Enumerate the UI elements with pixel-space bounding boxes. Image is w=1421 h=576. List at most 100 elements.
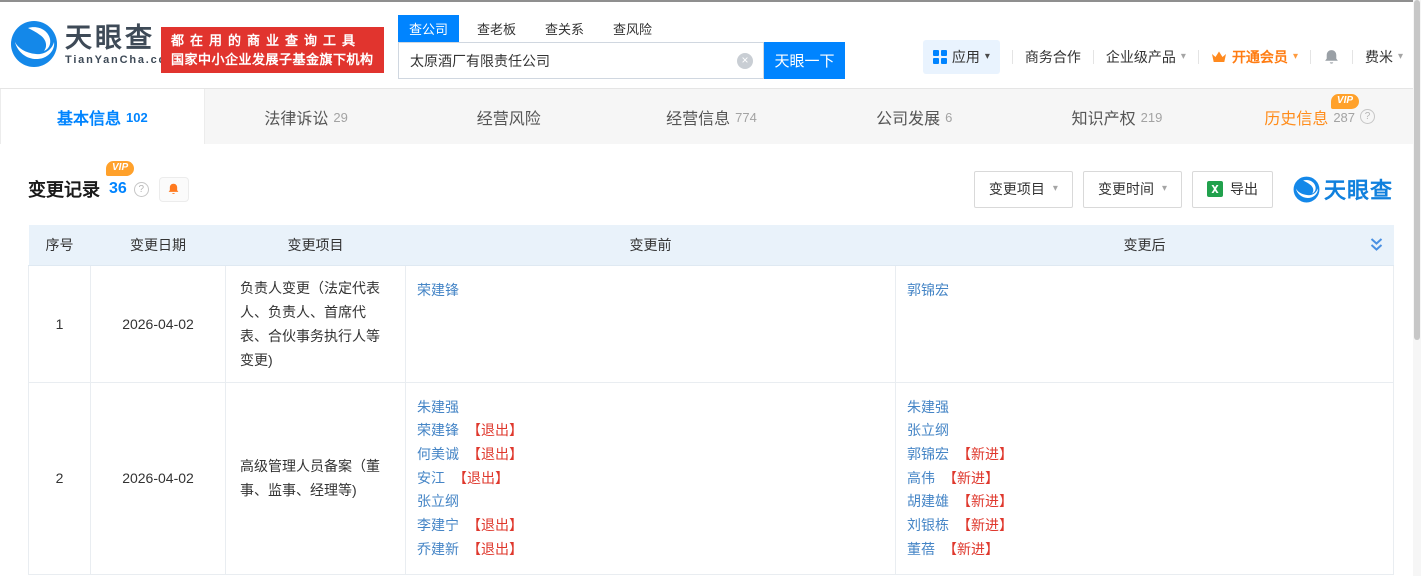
- tab-legal-proceedings[interactable]: 法律诉讼29: [205, 89, 408, 144]
- search-tab-relation[interactable]: 查关系: [534, 15, 595, 42]
- tab-basic-info[interactable]: 基本信息 102: [0, 89, 205, 144]
- person-line: 朱建强: [907, 396, 1382, 420]
- tianyancha-logo[interactable]: 天眼查 TianYanCha.com: [10, 20, 179, 68]
- tianyancha-logo-icon: [10, 20, 58, 68]
- cell-item: 高级管理人员备案（董事、监事、经理等): [226, 382, 406, 575]
- chevron-down-icon: ▾: [1398, 52, 1403, 62]
- person-link[interactable]: 高伟: [907, 470, 935, 486]
- tab-operating-risk[interactable]: 经营风险: [407, 89, 610, 144]
- person-link[interactable]: 荣建锋: [417, 422, 459, 438]
- cell-no: 2: [29, 382, 91, 575]
- scrollbar[interactable]: [1413, 0, 1421, 576]
- person-link[interactable]: 董蓓: [907, 541, 935, 557]
- exit-tag: 【退出】: [453, 470, 509, 486]
- apps-grid-icon: [933, 50, 947, 64]
- cell-item: 负责人变更（法定代表人、负责人、首席代表、合伙事务执行人等变更): [226, 265, 406, 382]
- new-entry-tag: 【新进】: [957, 493, 1013, 509]
- tab-history-info[interactable]: 历史信息 287VIP?: [1218, 89, 1421, 144]
- search-tab-company[interactable]: 查公司: [398, 15, 459, 42]
- header-no: 序号: [29, 225, 91, 265]
- notification-bell-icon[interactable]: [1323, 48, 1340, 66]
- person-link[interactable]: 李建宁: [417, 517, 459, 533]
- person-link[interactable]: 荣建锋: [417, 282, 459, 298]
- help-icon[interactable]: ?: [1360, 109, 1375, 124]
- promo-line1: 都在用的商业查询工具: [171, 31, 374, 50]
- person-link[interactable]: 朱建强: [907, 399, 949, 415]
- tab-count: 6: [945, 110, 952, 125]
- person-line: 胡建雄【新进】: [907, 490, 1382, 514]
- person-link[interactable]: 刘银栋: [907, 517, 949, 533]
- tab-label: 基本信息: [57, 105, 121, 129]
- person-line: 高伟【新进】: [907, 467, 1382, 491]
- export-label: 导出: [1230, 179, 1258, 199]
- table-header-row: 序号 变更日期 变更项目 变更前 变更后: [29, 225, 1394, 265]
- exit-tag: 【退出】: [467, 517, 523, 533]
- person-link[interactable]: 何美诚: [417, 446, 459, 462]
- person-line: 郭锦宏【新进】: [907, 443, 1382, 467]
- header-date: 变更日期: [91, 225, 226, 265]
- person-link[interactable]: 乔建新: [417, 541, 459, 557]
- change-records-table: 序号 变更日期 变更项目 变更前 变更后 12026-04-02负责人变更（法定…: [28, 225, 1394, 575]
- person-link[interactable]: 胡建雄: [907, 493, 949, 509]
- top-nav: 应用 ▾ 商务合作 企业级产品 ▾ 开通会员 ▾ 费米: [923, 40, 1403, 74]
- enterprise-products-label: 企业级产品: [1106, 47, 1176, 67]
- enterprise-products-menu[interactable]: 企业级产品 ▾: [1106, 47, 1186, 67]
- cell-date: 2026-04-02: [91, 382, 226, 575]
- person-line: 荣建锋: [417, 279, 884, 303]
- tab-count: 29: [333, 110, 347, 125]
- cell-after: 郭锦宏: [896, 265, 1394, 382]
- person-link[interactable]: 朱建强: [417, 399, 459, 415]
- chevron-down-icon: ▾: [1162, 184, 1167, 194]
- tab-business-info[interactable]: 经营信息 774: [610, 89, 813, 144]
- person-link[interactable]: 安江: [417, 470, 445, 486]
- subscribe-bell-button[interactable]: [159, 177, 189, 202]
- person-line: 董蓓【新进】: [907, 538, 1382, 562]
- vip-badge: VIP: [1331, 94, 1359, 109]
- apps-menu[interactable]: 应用 ▾: [923, 40, 1000, 74]
- tab-count: 774: [735, 110, 757, 125]
- person-line: 何美诚【退出】: [417, 443, 884, 467]
- cell-before: 朱建强荣建锋【退出】何美诚【退出】安江【退出】张立纲李建宁【退出】乔建新【退出】: [406, 382, 896, 575]
- person-link[interactable]: 郭锦宏: [907, 282, 949, 298]
- scrollbar-thumb[interactable]: [1414, 0, 1420, 340]
- chevron-down-icon: ▾: [1293, 52, 1298, 62]
- tab-intellectual-property[interactable]: 知识产权 219: [1016, 89, 1219, 144]
- search-tab-risk[interactable]: 查风险: [602, 15, 663, 42]
- cell-no: 1: [29, 265, 91, 382]
- tab-label: 经营信息: [666, 105, 730, 129]
- filter-change-time-dropdown[interactable]: 变更时间 ▾: [1083, 171, 1182, 208]
- person-link[interactable]: 郭锦宏: [907, 446, 949, 462]
- person-link[interactable]: 张立纲: [417, 493, 459, 509]
- tab-label: 公司发展: [876, 105, 940, 129]
- user-menu[interactable]: 费米 ▾: [1365, 47, 1403, 67]
- filter-change-item-dropdown[interactable]: 变更项目 ▾: [974, 171, 1073, 208]
- person-link[interactable]: 张立纲: [907, 422, 949, 438]
- search-tab-boss[interactable]: 查老板: [466, 15, 527, 42]
- company-tab-bar: 基本信息 102 法律诉讼29经营风险 经营信息 774 公司发展 6 知识产权 219 历史信息…: [0, 88, 1421, 144]
- help-icon[interactable]: ?: [134, 182, 149, 197]
- export-button[interactable]: 导出: [1192, 171, 1273, 208]
- tab-company-development[interactable]: 公司发展 6: [813, 89, 1016, 144]
- tab-count: 287: [1333, 110, 1355, 125]
- search-button[interactable]: 天眼一下: [764, 42, 845, 79]
- exit-tag: 【退出】: [467, 541, 523, 557]
- tab-count: 219: [1141, 110, 1163, 125]
- collapse-double-chevron-icon[interactable]: [1369, 237, 1384, 253]
- apps-label: 应用: [952, 47, 980, 67]
- search-input[interactable]: [398, 42, 764, 79]
- open-vip-menu[interactable]: 开通会员 ▾: [1211, 47, 1298, 67]
- clear-icon[interactable]: ×: [737, 53, 753, 69]
- site-header: 天眼查 TianYanCha.com 都在用的商业查询工具 国家中小企业发展子基…: [0, 2, 1421, 88]
- tab-label: 知识产权: [1072, 105, 1136, 129]
- business-cooperation-link[interactable]: 商务合作: [1025, 47, 1081, 67]
- tab-label: 历史信息: [1264, 105, 1328, 129]
- divider: [1012, 50, 1013, 64]
- search-row: × 天眼一下: [398, 42, 845, 79]
- tab-count: 102: [126, 110, 148, 125]
- new-entry-tag: 【新进】: [943, 470, 999, 486]
- cell-before: 荣建锋: [406, 265, 896, 382]
- filter-change-time-label: 变更时间: [1098, 179, 1154, 199]
- person-line: 张立纲: [907, 419, 1382, 443]
- section-count: 36: [109, 180, 127, 198]
- person-line: 刘银栋【新进】: [907, 514, 1382, 538]
